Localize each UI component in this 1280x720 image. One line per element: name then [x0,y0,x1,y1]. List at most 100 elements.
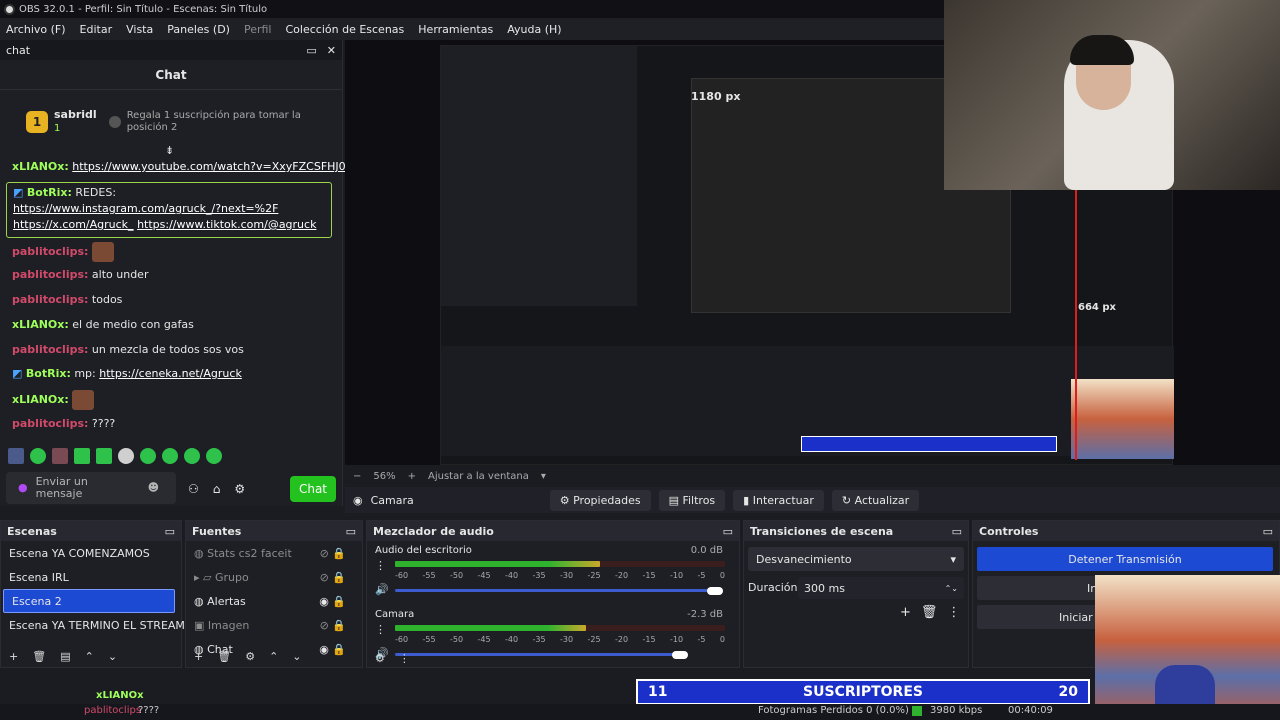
instagram-link[interactable]: https://www.instagram.com/agruck_/?next=… [13,202,278,215]
tiktok-link[interactable]: https://www.tiktok.com/@agruck [137,218,316,231]
menu-icon[interactable]: ⋮ [399,652,410,665]
source-item[interactable]: ▸ ▱ Grupo ⊘ 🔒 [186,565,362,589]
db-tick-label: -45 [477,635,491,644]
source-item[interactable]: ◍ Alertas ◉ 🔒 [186,589,362,613]
trash-icon[interactable]: 🗑 [32,650,46,663]
track-menu-icon[interactable]: ⋮ [375,559,386,572]
chat-header: Chat [0,60,342,90]
source-icon: ◍ [194,594,204,608]
add-icon[interactable]: + [900,605,911,620]
db-tick-label: -10 [670,571,684,580]
store-icon[interactable]: ⌂ [213,482,221,496]
gear-icon[interactable]: ⚙ [375,652,385,665]
interact-button[interactable]: ▮ Interactuar [733,489,824,511]
move-down-icon[interactable]: ⌄ [108,650,117,663]
menu-paneles[interactable]: Paneles (D) [167,23,230,36]
dock-float-icon[interactable]: ▭ [1263,525,1273,538]
scene-item[interactable]: Escena IRL [1,565,181,589]
preview-zoom-bar: − 56% + Ajustar a la ventana ▾ [345,465,1280,487]
eye-hidden-icon: ⊘ [319,546,329,560]
source-item[interactable]: ▣ Imagen ⊘ 🔒 [186,613,362,637]
emote-icon[interactable] [52,448,68,464]
chat-dock-header: chat ▭ ✕ [0,40,342,60]
properties-button[interactable]: ⚙ Propiedades [549,489,651,511]
db-tick-label: -25 [587,571,601,580]
refresh-button[interactable]: ↻ Actualizar [831,489,920,511]
track-db: -2.3 dB [687,609,723,620]
emote-image [72,390,95,410]
stop-stream-button[interactable]: Detener Transmisión [977,547,1273,571]
db-tick-label: -60 [395,571,409,580]
emote-icon[interactable] [206,448,222,464]
fit-window-label[interactable]: Ajustar a la ventana [428,471,529,482]
dock-float-icon[interactable]: ▭ [723,525,733,538]
scene-item[interactable]: Escena YA COMENZAMOS [1,541,181,565]
db-scale: -60 -55 -50 -45 -40 -35 -30 -25 -20 -15 -10 -5 0 [395,571,725,580]
emote-icon[interactable] [140,448,156,464]
move-down-icon[interactable]: ⌄ [292,650,301,663]
menu-archivo[interactable]: Archivo (F) [6,23,66,36]
source-toolbar: ◉ Camara ⚙ Propiedades ▤ Filtros ▮ Inter… [345,487,1280,513]
gift-icon [108,116,121,128]
db-tick-label: -10 [670,635,684,644]
db-tick-label: -35 [532,635,546,644]
menu-herramientas[interactable]: Herramientas [418,23,493,36]
emote-icon[interactable] [96,448,112,464]
db-tick-label: -55 [422,571,436,580]
menu-vista[interactable]: Vista [126,23,153,36]
volume-icon[interactable]: 🔊 [375,583,389,596]
menu-coleccion-escenas[interactable]: Colección de Escenas [286,23,405,36]
emote-icon[interactable] [30,448,46,464]
scene-item[interactable]: Escena YA TERMINO EL STREAM [1,613,185,637]
chat-input[interactable]: ● Enviar un mensaje ☻ [6,472,176,504]
filters-button[interactable]: ▤ Filtros [658,489,726,511]
undock-icon[interactable]: ▭ [306,44,316,57]
collapse-pinned-icon[interactable]: ⇟ [165,144,174,157]
trash-icon[interactable]: 🗑 [921,605,938,620]
emote-icon[interactable] [8,448,24,464]
add-icon[interactable]: + [9,650,18,663]
move-up-icon[interactable]: ⌃ [269,650,278,663]
bot-message-highlight: ◩ BotRix: REDES: https://www.instagram.c… [6,182,332,238]
gear-icon[interactable]: ⚙ [245,650,255,663]
source-item[interactable]: ◍ Stats cs2 faceit ⊘ 🔒 [186,541,362,565]
x-link[interactable]: https://x.com/Agruck_ [13,218,134,231]
close-icon[interactable]: ✕ [327,44,336,57]
zoom-out-icon[interactable]: − [353,471,361,482]
db-tick-label: -25 [587,635,601,644]
chevron-down-icon[interactable]: ▾ [541,471,546,482]
measure-label-height: 664 px [1078,302,1116,313]
move-up-icon[interactable]: ⌃ [85,650,94,663]
pinned-sub-count: 1 [54,123,61,134]
volume-knob[interactable] [707,587,723,595]
volume-slider[interactable] [395,589,715,592]
dock-float-icon[interactable]: ▭ [165,525,175,538]
scene-item-selected[interactable]: Escena 2 [3,589,175,613]
transition-select[interactable]: Desvanecimiento ▾ [748,547,964,571]
filter-icon[interactable]: ▤ [60,650,70,663]
chat-send-button[interactable]: Chat [290,476,336,502]
chat-link[interactable]: https://www.youtube.com/watch?v=XxyFZCSF… [72,160,345,173]
emote-icon[interactable] [118,448,134,464]
zoom-in-icon[interactable]: + [408,471,416,482]
eye-hidden-icon: ⊘ [319,570,329,584]
trash-icon[interactable]: 🗑 [217,650,231,663]
menu-ayuda[interactable]: Ayuda (H) [507,23,561,36]
menu-icon[interactable]: ⋮ [947,605,960,620]
overlay-chat-text: ???? [138,705,160,716]
dock-float-icon[interactable]: ▭ [952,525,962,538]
emote-icon[interactable] [74,448,90,464]
db-tick-label: -45 [477,571,491,580]
emote-icon[interactable] [162,448,178,464]
menu-perfil[interactable]: Perfil [244,23,272,36]
dock-float-icon[interactable]: ▭ [346,525,356,538]
emote-icon[interactable] [184,448,200,464]
track-menu-icon[interactable]: ⋮ [375,623,386,636]
bits-icon[interactable]: ⚇ [188,482,199,496]
menu-editar[interactable]: Editar [80,23,113,36]
db-tick-label: 0 [719,571,725,580]
emoji-icon[interactable]: ☻ [148,482,159,494]
gear-icon[interactable]: ⚙ [234,482,245,496]
duration-input[interactable]: 300 ms ⌃⌄ [798,577,964,599]
add-icon[interactable]: + [194,650,203,663]
